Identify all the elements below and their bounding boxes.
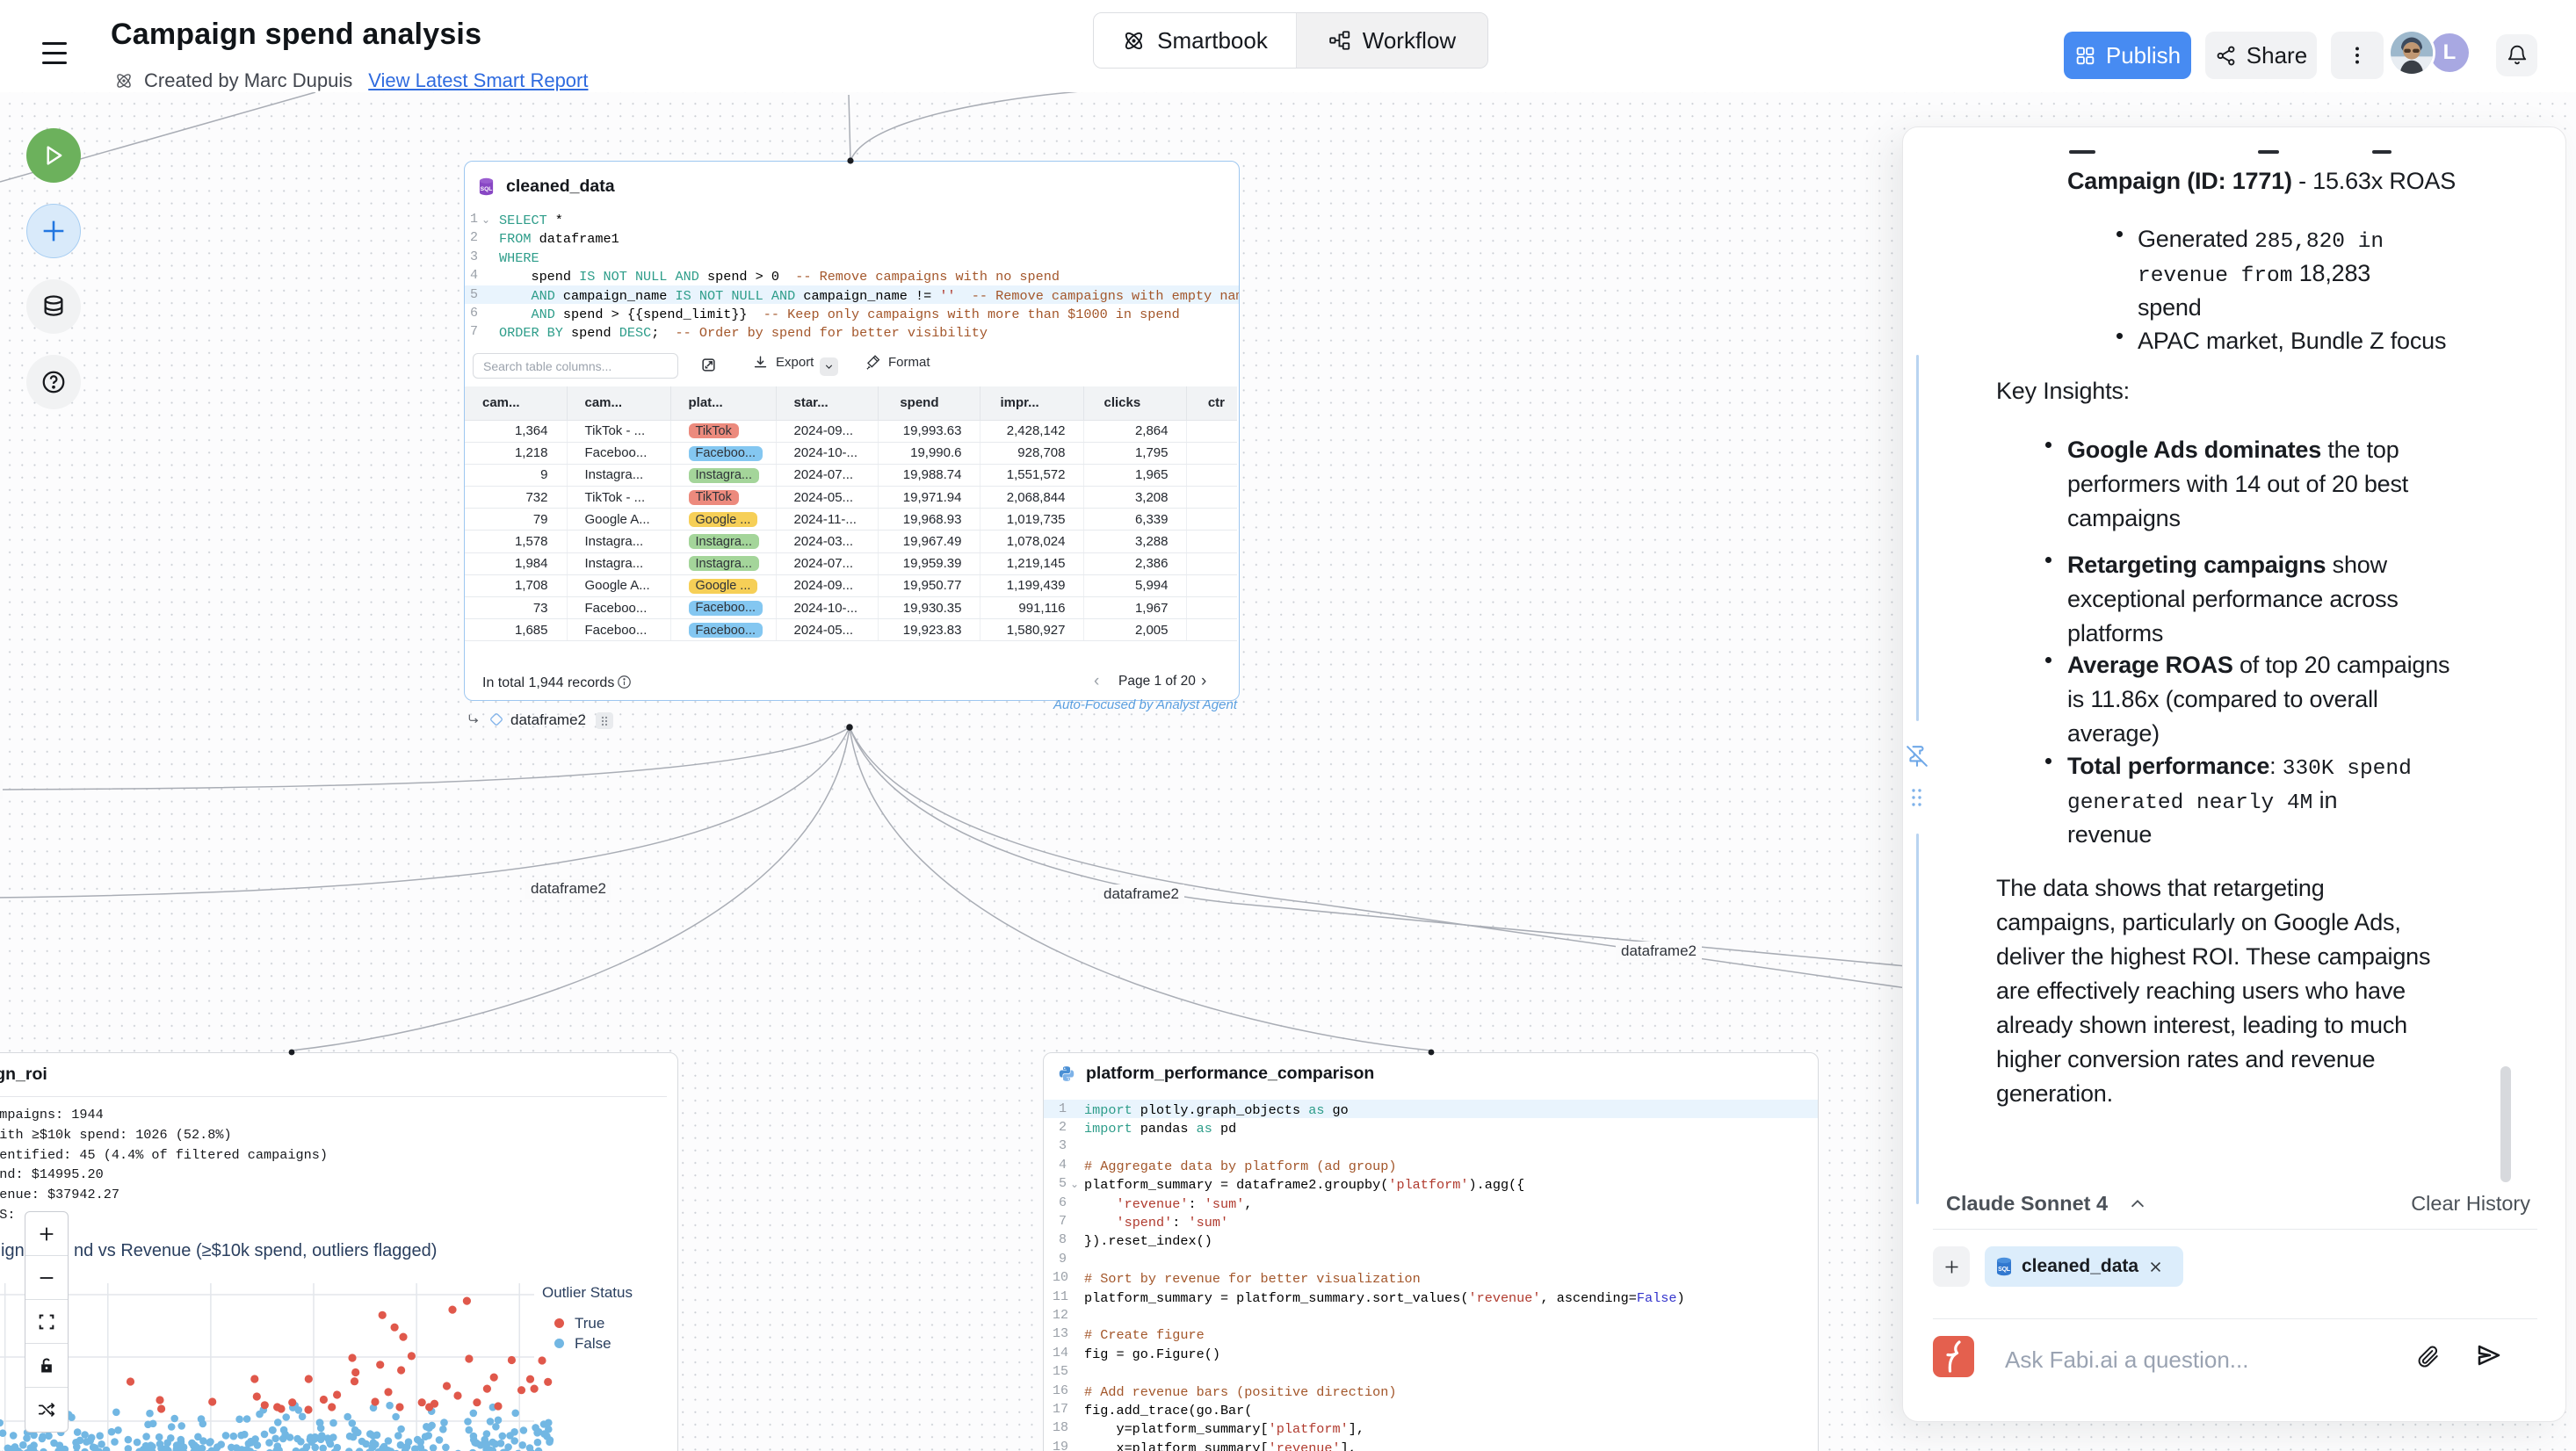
svg-text:SQL: SQL [1998,1267,2011,1273]
svg-text:SQL: SQL [481,186,493,192]
